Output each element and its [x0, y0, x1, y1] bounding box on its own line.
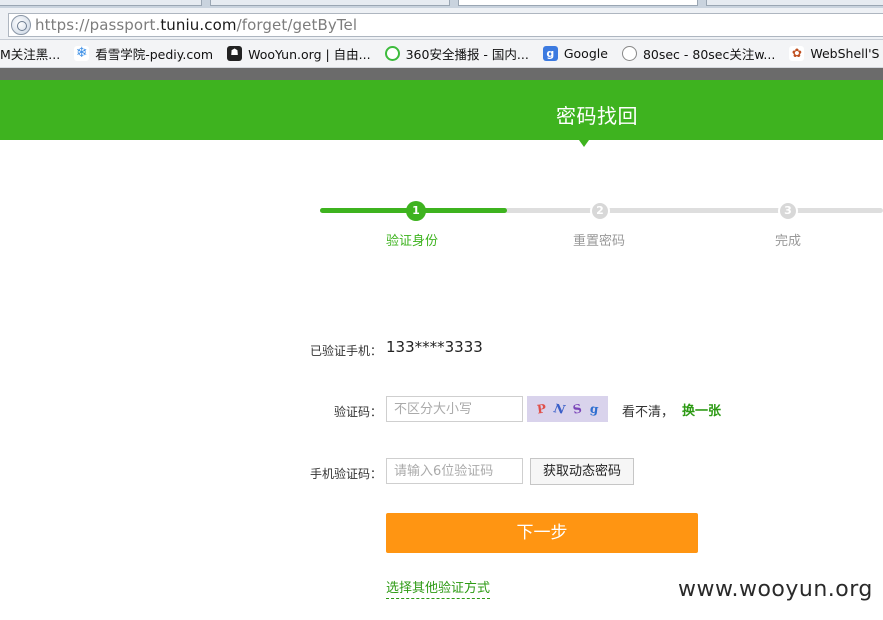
google-icon: g [542, 46, 558, 61]
captcha-char: S [571, 401, 583, 417]
bookmark-item[interactable]: g Google [542, 46, 608, 61]
sms-code-label: 手机验证码： [310, 467, 383, 481]
captcha-char: g [588, 401, 599, 417]
next-step-button[interactable]: 下一步 [386, 513, 698, 553]
phone-value: 133****3333 [386, 338, 483, 356]
page-icon [621, 46, 637, 61]
captcha-label: 验证码： [334, 405, 383, 419]
bookmark-label: 80sec - 80sec关注w... [642, 47, 776, 62]
watermark: www.wooyun.org [678, 577, 873, 602]
step-2-indicator: 2 [590, 201, 610, 221]
phone-label: 已验证手机： [310, 344, 383, 358]
page-title: 密码找回 [556, 104, 638, 128]
site-identity-icon[interactable] [11, 15, 31, 35]
url-domain: tuniu.com [160, 16, 237, 34]
bookmark-item[interactable]: ✿ WebShell'S Blog [789, 46, 883, 61]
other-verification-link[interactable]: 选择其他验证方式 [386, 577, 491, 599]
snowflake-icon: ❄ [74, 45, 90, 61]
bookmarks-bar: M关注黑... ❄ 看雪学院-pediy.com ☗ WooYun.org | … [0, 40, 883, 68]
step-3-label: 完成 [775, 234, 802, 249]
address-bar: https://passport.tuniu.com/forget/getByT… [0, 8, 883, 40]
wooyun-icon: ☗ [227, 46, 243, 61]
page-top-strip [0, 68, 883, 80]
captcha-image[interactable]: P N S g [527, 396, 608, 422]
bookmark-item[interactable]: M关注黑... [0, 44, 60, 63]
captcha-unclear-text: 看不清， [622, 405, 675, 420]
bookmark-label: WooYun.org | 自由... [248, 47, 371, 62]
browser-tab[interactable] [210, 0, 450, 6]
url-path: /forget/getByTel [236, 16, 358, 34]
bookmark-label: Google [563, 46, 608, 61]
bookmark-label: WebShell'S Blog [810, 46, 883, 61]
captcha-input[interactable] [386, 396, 523, 422]
get-dynamic-code-button[interactable]: 获取动态密码 [530, 458, 634, 485]
bookmark-item[interactable]: 360安全播报 - 国内... [384, 44, 529, 63]
refresh-captcha-link[interactable]: 换一张 [682, 400, 721, 419]
360-icon [384, 46, 400, 61]
url-text: https://passport.tuniu.com/forget/getByT… [35, 16, 357, 34]
step-2-label: 重置密码 [573, 234, 626, 249]
bookmark-item[interactable]: 80sec - 80sec关注w... [621, 44, 776, 63]
webshell-icon: ✿ [789, 46, 805, 61]
url-field[interactable]: https://passport.tuniu.com/forget/getByT… [8, 13, 883, 37]
url-prefix: https://passport. [35, 16, 161, 34]
step-1-indicator: 1 [406, 201, 426, 221]
captcha-char: N [552, 401, 567, 417]
step-3-indicator: 3 [778, 201, 798, 221]
page-header [0, 80, 883, 140]
browser-tab[interactable] [0, 0, 202, 6]
header-caret-icon [579, 140, 589, 147]
browser-tab-active[interactable] [458, 0, 698, 6]
bookmark-item[interactable]: ☗ WooYun.org | 自由... [227, 44, 371, 63]
bookmark-label: 看雪学院-pediy.com [95, 47, 214, 62]
browser-tab-strip [0, 0, 883, 8]
step-1-label: 验证身份 [386, 234, 439, 249]
sms-code-input[interactable] [386, 458, 523, 484]
browser-tab[interactable] [706, 0, 883, 6]
captcha-char: P [536, 401, 547, 417]
bookmark-label: M关注黑... [0, 47, 61, 62]
bookmark-label: 360安全播报 - 国内... [405, 47, 529, 62]
bookmark-item[interactable]: ❄ 看雪学院-pediy.com [74, 44, 213, 63]
